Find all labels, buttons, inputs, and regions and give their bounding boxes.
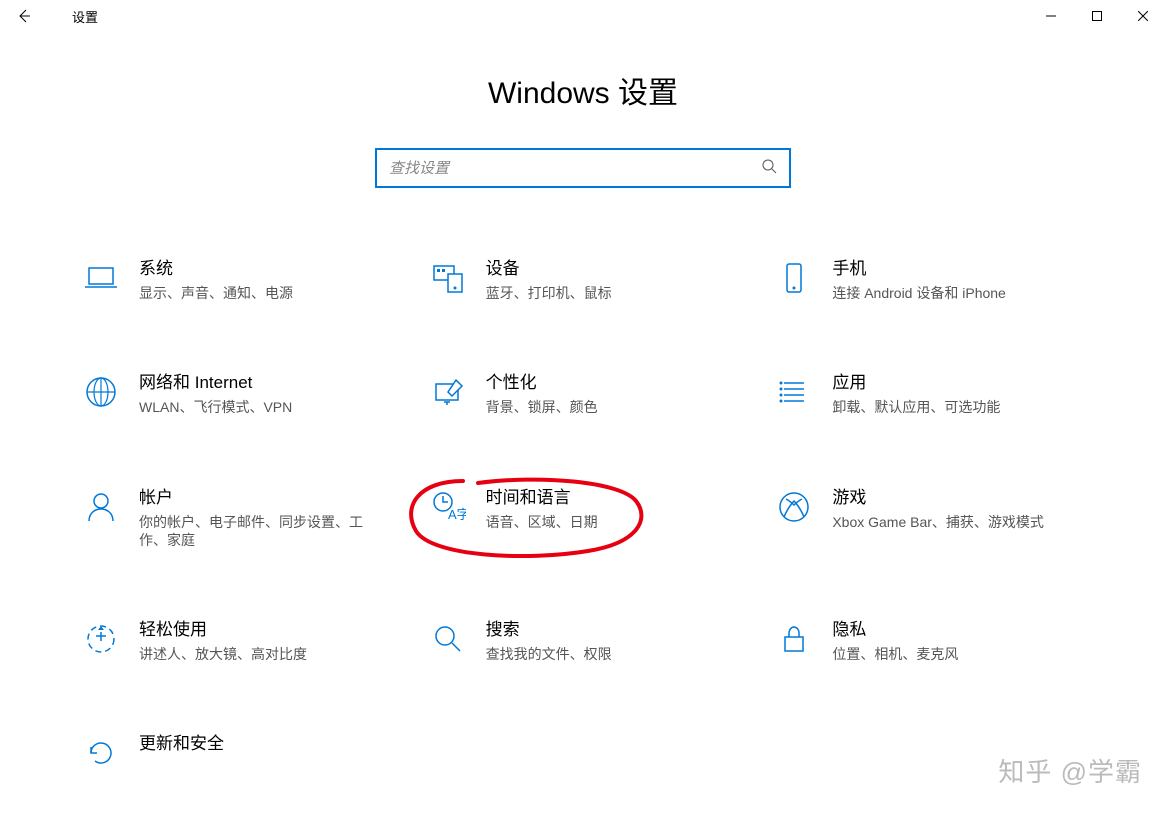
category-desc: 查找我的文件、权限 (486, 645, 612, 663)
category-desc: Xbox Game Bar、捕获、游戏模式 (832, 513, 1044, 531)
globe-icon (73, 372, 129, 410)
category-desc: 讲述人、放大镜、高对比度 (139, 645, 307, 663)
time-language-icon: A字 (420, 487, 476, 525)
paint-icon (420, 372, 476, 410)
category-desc: WLAN、飞行模式、VPN (139, 398, 292, 416)
category-ease-of-access[interactable]: 轻松使用 讲述人、放大镜、高对比度 (73, 619, 400, 663)
search-icon (761, 158, 777, 179)
category-title: 帐户 (139, 487, 390, 509)
window-title: 设置 (72, 7, 98, 26)
titlebar: 设置 (0, 0, 1166, 32)
xbox-icon (766, 487, 822, 525)
apps-icon (766, 372, 822, 410)
svg-text:A字: A字 (448, 507, 466, 522)
maximize-button[interactable] (1074, 0, 1120, 32)
category-title: 时间和语言 (486, 487, 598, 509)
category-title: 隐私 (832, 619, 958, 641)
search-input[interactable] (389, 160, 761, 177)
category-title: 搜索 (486, 619, 612, 641)
category-title: 轻松使用 (139, 619, 307, 641)
category-title: 系统 (139, 258, 293, 280)
close-button[interactable] (1120, 0, 1166, 32)
ease-icon (73, 619, 129, 657)
devices-icon (420, 258, 476, 296)
person-icon (73, 487, 129, 525)
update-icon (73, 733, 129, 771)
category-title: 游戏 (832, 487, 1044, 509)
category-apps[interactable]: 应用 卸载、默认应用、可选功能 (766, 372, 1093, 416)
category-title: 设备 (486, 258, 612, 280)
magnifier-icon (420, 619, 476, 657)
category-network[interactable]: 网络和 Internet WLAN、飞行模式、VPN (73, 372, 400, 416)
category-title: 手机 (832, 258, 1006, 280)
maximize-icon (1092, 11, 1102, 21)
category-gaming[interactable]: 游戏 Xbox Game Bar、捕获、游戏模式 (766, 487, 1093, 549)
category-desc: 背景、锁屏、颜色 (486, 398, 598, 416)
minimize-button[interactable] (1028, 0, 1074, 32)
category-update[interactable]: 更新和安全 (73, 733, 400, 771)
category-time-language[interactable]: A字 时间和语言 语音、区域、日期 (420, 487, 747, 549)
category-accounts[interactable]: 帐户 你的帐户、电子邮件、同步设置、工作、家庭 (73, 487, 400, 549)
page-title: Windows 设置 (0, 68, 1166, 112)
category-desc: 你的帐户、电子邮件、同步设置、工作、家庭 (139, 513, 390, 549)
category-title: 个性化 (486, 372, 598, 394)
category-phone[interactable]: 手机 连接 Android 设备和 iPhone (766, 258, 1093, 302)
laptop-icon (73, 258, 129, 296)
arrow-left-icon (16, 8, 32, 24)
category-title: 更新和安全 (139, 733, 224, 755)
category-desc: 显示、声音、通知、电源 (139, 284, 293, 302)
category-search[interactable]: 搜索 查找我的文件、权限 (420, 619, 747, 663)
lock-icon (766, 619, 822, 657)
category-title: 应用 (832, 372, 1000, 394)
category-desc: 卸载、默认应用、可选功能 (832, 398, 1000, 416)
close-icon (1138, 11, 1148, 21)
category-devices[interactable]: 设备 蓝牙、打印机、鼠标 (420, 258, 747, 302)
settings-grid: 系统 显示、声音、通知、电源 设备 蓝牙、打印机、鼠标 手机 连接 Androi… (73, 258, 1093, 771)
category-desc: 连接 Android 设备和 iPhone (832, 284, 1006, 302)
category-personalize[interactable]: 个性化 背景、锁屏、颜色 (420, 372, 747, 416)
category-privacy[interactable]: 隐私 位置、相机、麦克风 (766, 619, 1093, 663)
minimize-icon (1046, 11, 1056, 21)
category-system[interactable]: 系统 显示、声音、通知、电源 (73, 258, 400, 302)
category-desc: 蓝牙、打印机、鼠标 (486, 284, 612, 302)
search-box[interactable] (375, 148, 791, 188)
watermark: 知乎 @学霸 (998, 752, 1142, 789)
window-controls (1028, 0, 1166, 32)
category-title: 网络和 Internet (139, 372, 292, 394)
category-desc: 位置、相机、麦克风 (832, 645, 958, 663)
back-button[interactable] (0, 0, 48, 32)
search-container (0, 148, 1166, 188)
category-desc: 语音、区域、日期 (486, 513, 598, 531)
phone-icon (766, 258, 822, 296)
